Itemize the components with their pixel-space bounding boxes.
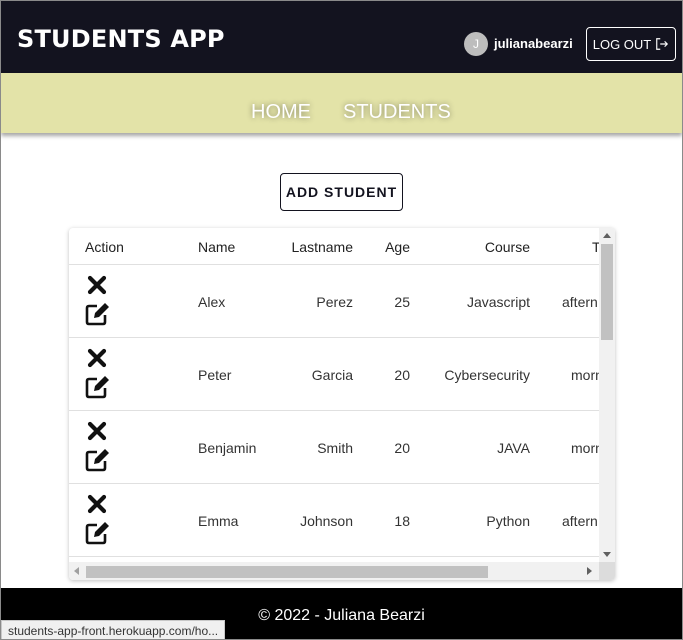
edit-icon[interactable] xyxy=(85,302,111,326)
column-header-course: Course xyxy=(484,239,530,255)
cell-name: Emma xyxy=(198,513,239,529)
logout-button[interactable]: LOG OUT xyxy=(586,27,676,61)
scrollbar-corner xyxy=(599,562,615,580)
cell-age: 20 xyxy=(394,440,410,456)
cell-turn: morn xyxy=(571,367,599,383)
user-avatar[interactable]: J xyxy=(464,32,488,56)
cell-name: Peter xyxy=(198,367,232,383)
column-header-name: Name xyxy=(198,239,236,255)
cell-turn: aftern xyxy=(562,513,598,529)
logout-icon xyxy=(656,38,669,50)
column-header-lastname: Lastname xyxy=(291,239,353,255)
table-header-row: Action Name Lastname Age Course T xyxy=(69,228,599,265)
cell-turn: morn xyxy=(571,440,599,456)
add-student-button[interactable]: ADD STUDENT xyxy=(280,173,403,211)
scroll-down-arrow-icon[interactable] xyxy=(603,552,611,557)
vertical-scrollbar[interactable] xyxy=(599,228,615,562)
edit-icon[interactable] xyxy=(85,448,111,472)
horizontal-scrollbar[interactable] xyxy=(69,562,599,580)
cell-turn: aftern xyxy=(562,294,598,310)
scroll-left-arrow-icon[interactable] xyxy=(74,567,79,575)
app-title: STUDENTS APP xyxy=(17,25,225,53)
edit-icon[interactable] xyxy=(85,375,111,399)
column-header-age: Age xyxy=(385,239,410,255)
vertical-scroll-thumb[interactable] xyxy=(601,244,613,340)
scroll-up-arrow-icon[interactable] xyxy=(603,233,611,238)
table-row: Alex Perez 25 Javascript aftern xyxy=(69,265,599,338)
app-header: STUDENTS APP J julianabearzi LOG OUT xyxy=(1,1,682,73)
table-row: Peter Garcia 20 Cybersecurity morn xyxy=(69,338,599,411)
cell-age: 20 xyxy=(394,367,410,383)
cell-age: 25 xyxy=(394,294,410,310)
table-row: Emma Johnson 18 Python aftern xyxy=(69,484,599,557)
nav-home-link[interactable]: HOME xyxy=(251,101,311,124)
delete-icon[interactable] xyxy=(86,493,108,515)
delete-icon[interactable] xyxy=(86,420,108,442)
delete-icon[interactable] xyxy=(86,347,108,369)
cell-course: Python xyxy=(486,513,530,529)
logout-label: LOG OUT xyxy=(592,36,652,52)
scroll-right-arrow-icon[interactable] xyxy=(587,567,592,575)
cell-course: Javascript xyxy=(466,294,530,310)
delete-icon[interactable] xyxy=(86,274,108,296)
status-bar-url: students-app-front.herokuapp.com/ho... xyxy=(1,620,226,639)
nav-students-link[interactable]: STUDENTS xyxy=(343,101,451,124)
column-header-turn: T xyxy=(592,239,599,255)
column-header-action: Action xyxy=(85,239,124,255)
cell-age: 18 xyxy=(394,513,410,529)
cell-lastname: Johnson xyxy=(300,513,353,529)
cell-lastname: Smith xyxy=(317,440,353,456)
cell-name: Alex xyxy=(198,294,226,310)
username-label: julianabearzi xyxy=(494,36,573,51)
cell-lastname: Garcia xyxy=(311,367,353,383)
students-table: Action Name Lastname Age Course T Alex P… xyxy=(69,228,615,580)
table-viewport: Action Name Lastname Age Course T Alex P… xyxy=(69,228,599,562)
cell-course: JAVA xyxy=(497,440,530,456)
table-row: Benjamin Smith 20 JAVA morn xyxy=(69,411,599,484)
cell-course: Cybersecurity xyxy=(444,367,530,383)
cell-lastname: Perez xyxy=(316,294,353,310)
cell-name: Benjamin xyxy=(198,440,257,456)
browser-viewport: STUDENTS APP J julianabearzi LOG OUT HOM… xyxy=(0,0,683,640)
horizontal-scroll-thumb[interactable] xyxy=(86,566,488,578)
edit-icon[interactable] xyxy=(85,521,111,545)
nav-bar: HOME STUDENTS xyxy=(1,73,682,133)
